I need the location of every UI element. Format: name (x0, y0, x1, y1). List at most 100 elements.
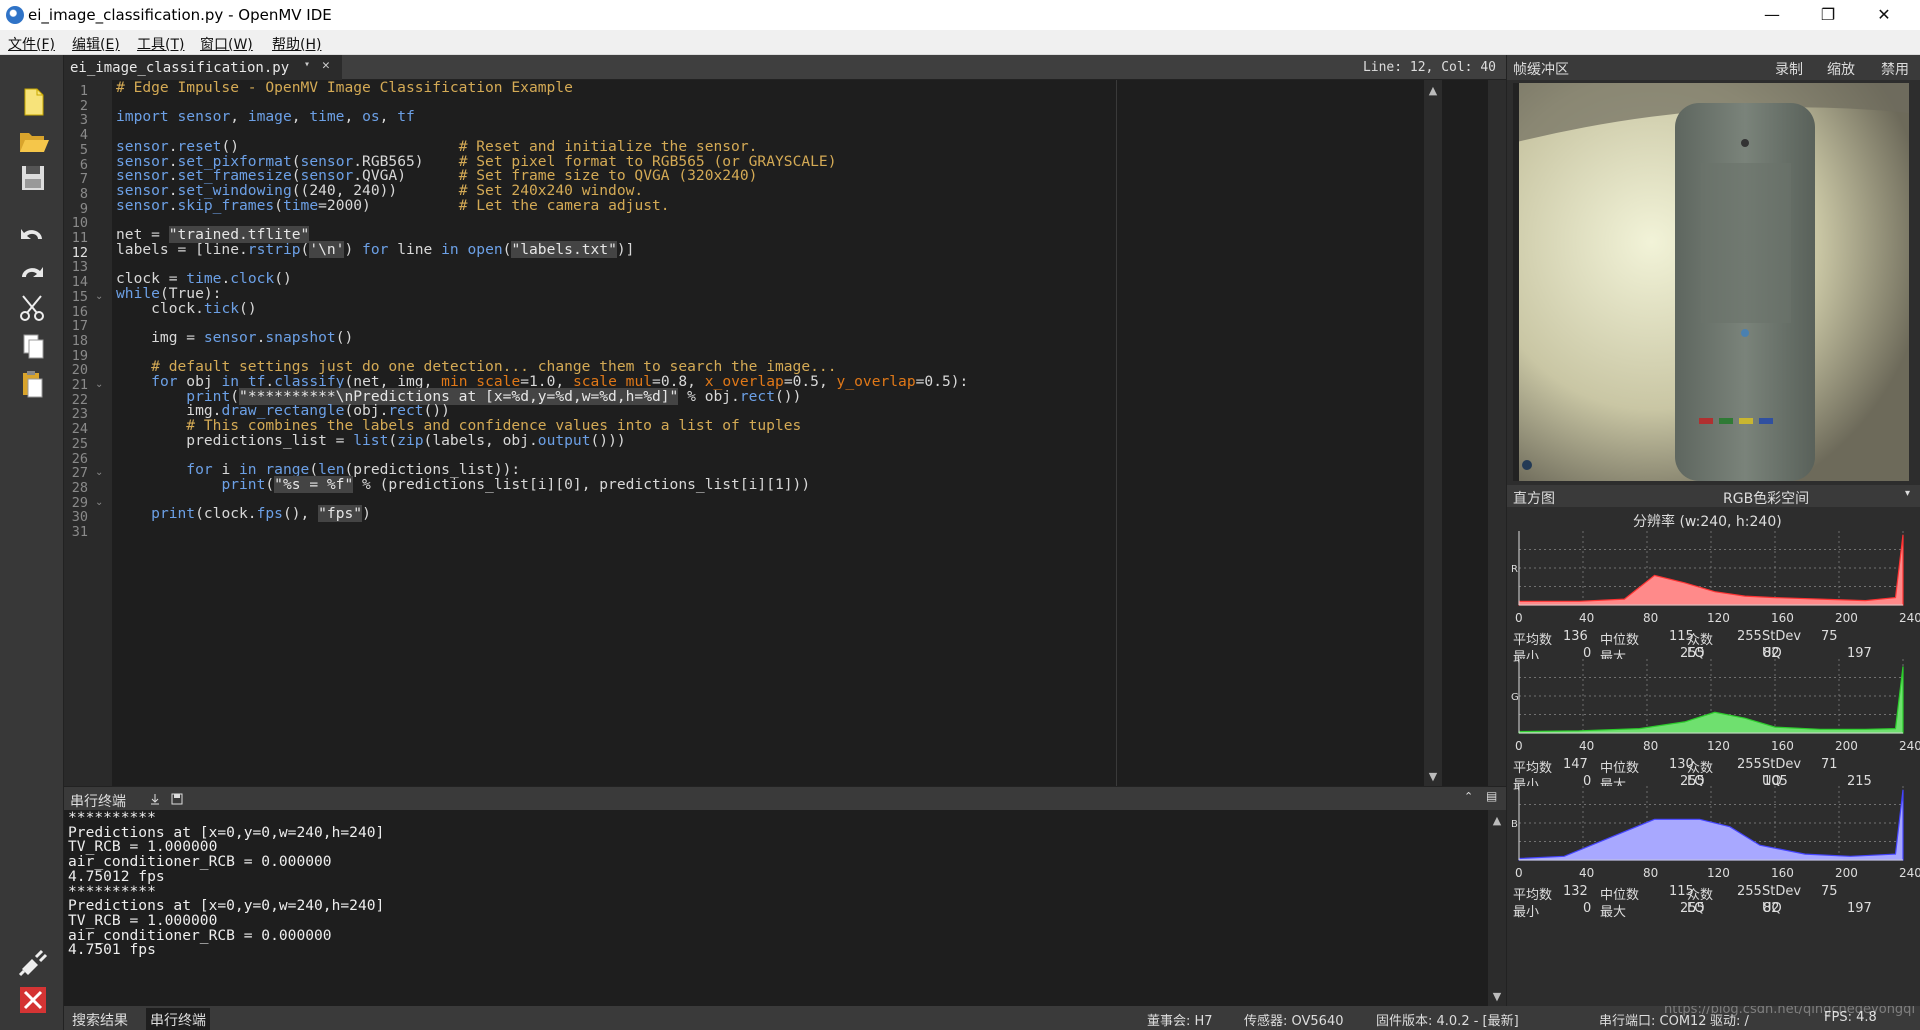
axis-tick-label: 40 (1579, 866, 1595, 880)
axis-tick-label: 200 (1835, 611, 1858, 625)
serial-terminal[interactable]: ********** Predictions at [x=0,y=0,w=240,… (64, 809, 1488, 1006)
axis-tick-label: 0 (1515, 866, 1523, 880)
editor-scrollbar[interactable]: ▲ ▼ (1424, 80, 1442, 786)
scroll-down-icon[interactable]: ▼ (1491, 990, 1503, 1003)
axis-tick-label: 120 (1707, 738, 1730, 753)
code-line: sensor.skip_frames(time=2000) # Let the … (116, 196, 670, 214)
scroll-up-icon[interactable]: ▲ (1427, 84, 1439, 97)
axis-tick-label: 80 (1643, 738, 1659, 753)
code-editor[interactable]: 1 2 3 4 5 6 7 8 9 10 11 12 13 14 15 ⌄ 16 17 18 19 20 21 ⌄ 22 23 2… (64, 79, 1488, 786)
maximize-button[interactable]: ❐ (1800, 0, 1856, 30)
code-line: predictions_list = list(zip(labels, obj.… (116, 431, 626, 449)
new-file-icon[interactable] (12, 85, 52, 119)
connect-icon[interactable] (12, 945, 52, 979)
terminal-save-icon[interactable] (170, 792, 184, 806)
framebuffer-header: 帧缓冲区 录制 缩放 禁用 (1507, 55, 1920, 80)
stat-value-mode: 255 (1737, 629, 1762, 644)
framebuffer-image (1513, 83, 1909, 481)
axis-tick-label: 240 (1899, 866, 1920, 880)
record-button[interactable]: 录制 (1775, 59, 1803, 79)
histogram-header: 直方图 RGB色彩空间 ▾ (1507, 485, 1920, 507)
stat-label-uq: UQ (1762, 901, 1782, 916)
fold-marker-icon[interactable]: ⌄ (95, 467, 103, 478)
save-file-icon[interactable] (12, 161, 52, 195)
line-number-gutter: 1 2 3 4 5 6 7 8 9 10 11 12 13 14 15 ⌄ 16 17 18 19 20 21 ⌄ 22 23 2… (64, 80, 112, 786)
maximize-panel-icon[interactable]: ▤ (1486, 789, 1497, 803)
stat-value-min: 0 (1583, 901, 1592, 916)
left-toolbar (0, 55, 64, 1030)
stat-label-stdev: StDev (1762, 629, 1802, 644)
menu-file[interactable]: 文件(F) (8, 34, 55, 54)
collapse-up-icon[interactable]: ⌃ (1464, 790, 1473, 803)
board-status: 董事会: H7 (1147, 1014, 1213, 1029)
framebuffer-title: 帧缓冲区 (1513, 62, 1569, 78)
axis-tick-label: 200 (1835, 866, 1858, 880)
terminal-clear-icon[interactable] (148, 792, 162, 806)
close-button[interactable]: ✕ (1856, 0, 1912, 30)
stat-label-stdev: StDev (1762, 884, 1802, 899)
redo-icon[interactable] (12, 253, 52, 287)
fold-marker-icon[interactable]: ⌄ (95, 379, 103, 390)
undo-icon[interactable] (12, 215, 52, 249)
line-number: 31 (71, 524, 88, 540)
window-title: ei_image_classification.py - OpenMV IDE (28, 6, 332, 24)
stat-value-stdev: 75 (1821, 884, 1838, 899)
scroll-down-icon[interactable]: ▼ (1427, 770, 1439, 783)
channel-label: B (1511, 819, 1518, 830)
stat-label-min: 最小 (1513, 905, 1540, 920)
minimize-button[interactable]: — (1744, 0, 1800, 30)
stop-icon[interactable] (12, 983, 52, 1017)
chevron-down-icon[interactable]: ▾ (1905, 488, 1910, 499)
fold-marker-icon[interactable]: ⌄ (95, 497, 103, 508)
terminal-scrollbar[interactable]: ▲ ▼ (1488, 810, 1506, 1006)
scroll-up-icon[interactable]: ▲ (1491, 814, 1503, 827)
code-line: clock.tick() (116, 299, 257, 317)
firmware-status[interactable]: 固件版本: 4.0.2 - [最新] (1376, 1010, 1519, 1029)
cut-icon[interactable] (12, 291, 52, 325)
colorspace-select[interactable]: RGB色彩空间 (1723, 488, 1809, 508)
openmv-logo-icon (6, 6, 24, 24)
code-line: print("%s = %f" % (predictions_list[i][0… (221, 475, 811, 493)
code-area[interactable]: # Edge Impulse - OpenMV Image Classifica… (116, 79, 1156, 786)
stat-value-mean: 136 (1563, 629, 1588, 644)
axis-tick-label: 160 (1771, 738, 1794, 753)
menu-tools[interactable]: 工具(T) (137, 34, 184, 54)
paste-icon[interactable] (12, 367, 52, 401)
stat-label-lq: LQ (1687, 901, 1705, 916)
axis-tick-label: 40 (1579, 611, 1595, 625)
menu-edit[interactable]: 编辑(E) (72, 34, 120, 54)
menu-window[interactable]: 窗口(W) (200, 34, 253, 54)
zoom-button[interactable]: 缩放 (1827, 59, 1855, 79)
terminal-header: 串行终端 ⌃ ▤ (64, 786, 1506, 810)
tab-search-results[interactable]: 搜索结果 (72, 1010, 128, 1030)
disable-button[interactable]: 禁用 (1881, 59, 1909, 79)
tab-serial-terminal[interactable]: 串行终端 (146, 1008, 210, 1030)
code-line: labels = [line.rstrip('\n') for line in … (116, 240, 635, 258)
axis-tick-label: 240 (1899, 738, 1920, 753)
stat-label-stdev: StDev (1762, 756, 1802, 772)
terminal-line: 4.7501 fps (68, 941, 156, 959)
axis-tick-label: 0 (1515, 738, 1523, 753)
channel-label: G (1511, 692, 1519, 703)
axis-tick-label: 160 (1771, 611, 1794, 625)
axis-tick-label: 40 (1579, 738, 1595, 753)
stat-value-mode: 255 (1737, 756, 1762, 772)
fold-marker-icon[interactable]: ⌄ (95, 291, 103, 302)
stat-label-max: 最大 (1600, 905, 1627, 920)
channel-label: R (1511, 564, 1518, 575)
open-file-icon[interactable] (12, 123, 52, 157)
axis-tick-label: 160 (1771, 866, 1794, 880)
tab-ei-image-classification[interactable]: ei_image_classification.py ▾ ✕ (64, 55, 342, 80)
editor-tab-bar: ei_image_classification.py ▾ ✕ Line: 12,… (64, 55, 1506, 80)
axis-tick-label: 0 (1515, 611, 1523, 625)
axis-tick-label: 200 (1835, 738, 1858, 753)
close-tab-icon[interactable]: ✕ (322, 58, 330, 73)
resolution-label: 分辨率 (w:240, h:240) (1633, 514, 1782, 530)
chevron-down-icon[interactable]: ▾ (304, 59, 310, 70)
copy-icon[interactable] (12, 329, 52, 363)
code-line: print(clock.fps(), "fps") (151, 505, 371, 523)
menu-help[interactable]: 帮助(H) (272, 34, 321, 54)
histogram-title: 直方图 (1513, 491, 1555, 507)
stat-value-stdev: 75 (1821, 629, 1838, 644)
axis-tick-label: 240 (1899, 611, 1920, 625)
